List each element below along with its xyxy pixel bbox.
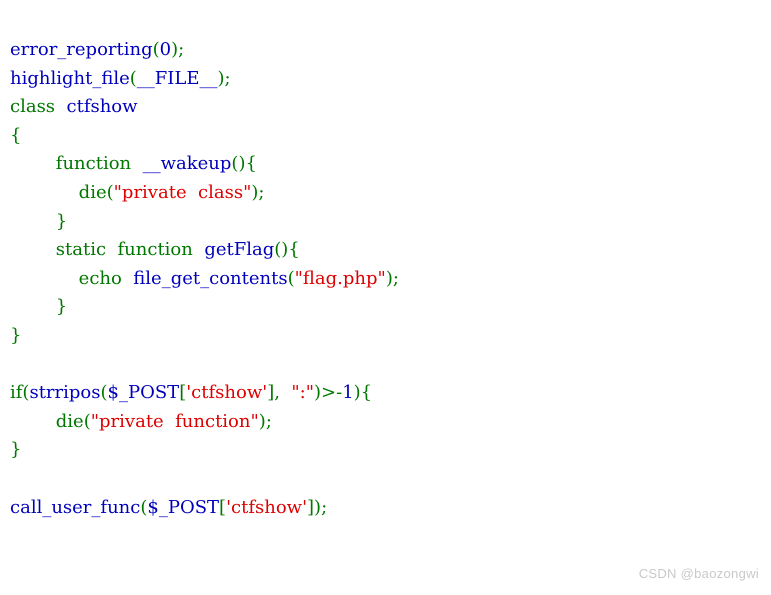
code-token-keyword: (){: [274, 239, 300, 261]
code-token-default: strripos: [29, 382, 101, 404]
code-token-keyword: die: [55, 410, 84, 432]
code-token-keyword: ;: [258, 181, 265, 203]
code-line: if(strripos($_POST['ctfshow'], ":")>-1){: [10, 379, 765, 408]
code-token-string: 'ctfshow': [186, 382, 268, 404]
code-token-keyword: [122, 268, 133, 289]
code-token-keyword: (: [83, 410, 91, 432]
code-token-keyword: [55, 96, 66, 117]
code-token-default: call_user_func: [10, 496, 141, 518]
code-line: }: [10, 208, 765, 237]
code-token-keyword: static: [55, 239, 107, 261]
code-token-keyword: ;: [392, 267, 399, 289]
code-token-keyword: ]): [307, 496, 322, 518]
code-token-keyword: function: [117, 239, 193, 261]
code-token-keyword: }: [10, 439, 22, 461]
code-token-keyword: ;: [321, 496, 328, 518]
csdn-watermark: CSDN @baozongwi: [638, 566, 759, 581]
code-token-string: 'ctfshow': [226, 496, 308, 518]
code-line: class ctfshow: [10, 93, 765, 122]
code-token-keyword: ;: [265, 410, 272, 432]
code-token-keyword: ): [258, 410, 266, 432]
code-token-keyword: (: [106, 181, 114, 203]
code-token-keyword: )>-: [314, 382, 343, 404]
code-token-default: file_get_contents: [133, 267, 288, 289]
code-token-keyword: (: [287, 267, 295, 289]
code-line: {: [10, 122, 765, 151]
code-token-keyword: {: [10, 124, 22, 146]
code-token-keyword: function: [55, 153, 132, 175]
code-token-keyword: (: [129, 67, 137, 89]
code-token-default: 0: [159, 39, 172, 60]
code-line: static function getFlag(){: [10, 236, 765, 265]
code-token-string: "private class": [113, 181, 252, 203]
code-line: }: [10, 322, 765, 351]
code-token-keyword: [131, 153, 142, 174]
code-token-keyword: class: [10, 96, 56, 118]
code-token-default: __wakeup: [142, 153, 232, 175]
code-token-default: error_reporting: [10, 39, 153, 60]
code-token-keyword: echo: [78, 267, 122, 289]
code-token-keyword: ;: [224, 67, 231, 89]
code-token-keyword: (){: [231, 153, 257, 175]
code-line: die("private class");: [10, 179, 765, 208]
code-line: }: [10, 436, 765, 465]
code-token-keyword: [193, 239, 204, 260]
code-token-keyword: [106, 239, 117, 260]
code-token-keyword: ): [217, 67, 225, 89]
code-line: error_reporting(0);: [10, 36, 765, 65]
code-token-default: $_POST: [147, 496, 220, 518]
code-token-default: $_POST: [107, 382, 180, 404]
code-token-keyword: [280, 382, 291, 403]
code-token-keyword: }: [10, 324, 22, 346]
code-token-keyword: (: [152, 39, 160, 60]
code-token-keyword: }: [55, 210, 68, 232]
code-line: }: [10, 293, 765, 322]
code-token-keyword: ){: [353, 382, 373, 404]
code-line: function __wakeup(){: [10, 150, 765, 179]
code-token-string: "flag.php": [294, 267, 386, 289]
code-token-keyword: ],: [267, 382, 280, 404]
code-line: highlight_file(__FILE__);: [10, 65, 765, 94]
code-token-keyword: }: [55, 296, 68, 318]
code-token-keyword: die: [78, 181, 107, 203]
code-token-default: __FILE__: [136, 67, 218, 89]
code-token-default: ctfshow: [66, 96, 138, 118]
code-token-default: 1: [342, 382, 354, 404]
code-token-keyword: (: [100, 382, 108, 404]
page-root: error_reporting(0); highlight_file(__FILE…: [0, 0, 771, 595]
code-token-keyword: ): [385, 267, 393, 289]
code-line: die("private function");: [10, 408, 765, 437]
code-token-default: getFlag: [204, 239, 275, 261]
code-token-default: highlight_file: [10, 67, 130, 89]
code-line: call_user_func($_POST['ctfshow']);: [10, 494, 765, 523]
code-token-keyword: if: [10, 382, 23, 404]
code-token-string: "private function": [90, 410, 259, 432]
code-token-string: ":": [291, 382, 315, 404]
code-line: echo file_get_contents("flag.php");: [10, 265, 765, 294]
code-token-keyword: ;: [178, 39, 185, 60]
code-listing: error_reporting(0); highlight_file(__FILE…: [10, 36, 765, 522]
